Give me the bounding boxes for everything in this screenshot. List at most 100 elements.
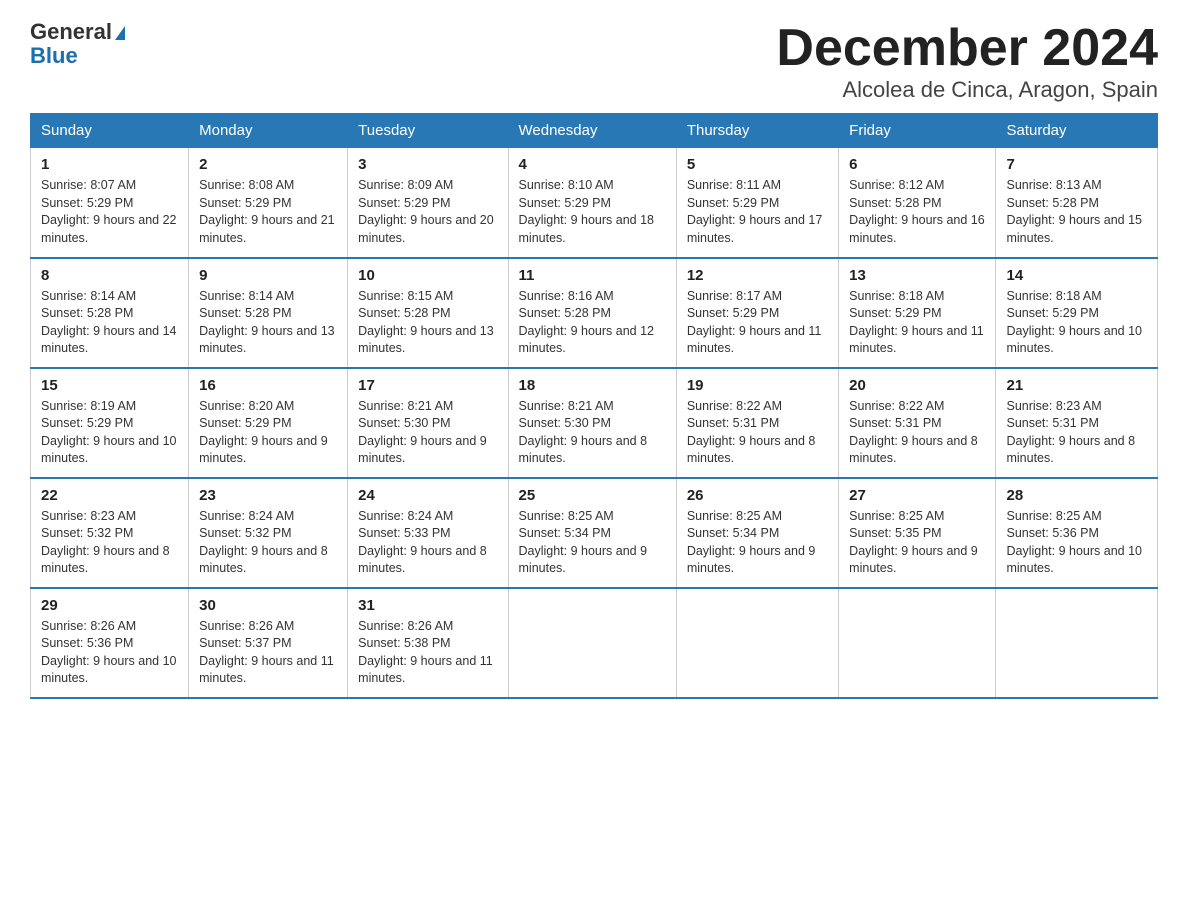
calendar-cell: 22 Sunrise: 8:23 AMSunset: 5:32 PMDaylig… [31,478,189,588]
calendar-cell: 21 Sunrise: 8:23 AMSunset: 5:31 PMDaylig… [996,368,1158,478]
day-number: 16 [199,377,337,394]
calendar-cell: 16 Sunrise: 8:20 AMSunset: 5:29 PMDaylig… [189,368,348,478]
day-number: 12 [687,267,828,284]
logo: General Blue [30,20,125,68]
calendar-cell [996,588,1158,698]
day-info: Sunrise: 8:23 AMSunset: 5:32 PMDaylight:… [41,508,178,578]
day-number: 5 [687,156,828,173]
calendar-cell: 12 Sunrise: 8:17 AMSunset: 5:29 PMDaylig… [676,258,838,368]
day-info: Sunrise: 8:19 AMSunset: 5:29 PMDaylight:… [41,398,178,468]
calendar-cell: 29 Sunrise: 8:26 AMSunset: 5:36 PMDaylig… [31,588,189,698]
day-number: 3 [358,156,497,173]
calendar-cell: 7 Sunrise: 8:13 AMSunset: 5:28 PMDayligh… [996,148,1158,258]
col-friday: Friday [839,114,996,148]
day-number: 31 [358,597,497,614]
day-number: 2 [199,156,337,173]
day-number: 24 [358,487,497,504]
day-number: 11 [519,267,666,284]
col-monday: Monday [189,114,348,148]
day-number: 22 [41,487,178,504]
calendar-week-row: 29 Sunrise: 8:26 AMSunset: 5:36 PMDaylig… [31,588,1158,698]
calendar-cell: 27 Sunrise: 8:25 AMSunset: 5:35 PMDaylig… [839,478,996,588]
calendar-cell: 23 Sunrise: 8:24 AMSunset: 5:32 PMDaylig… [189,478,348,588]
day-number: 28 [1006,487,1147,504]
day-info: Sunrise: 8:25 AMSunset: 5:36 PMDaylight:… [1006,508,1147,578]
calendar-cell [839,588,996,698]
calendar-cell: 19 Sunrise: 8:22 AMSunset: 5:31 PMDaylig… [676,368,838,478]
calendar-cell: 10 Sunrise: 8:15 AMSunset: 5:28 PMDaylig… [348,258,508,368]
day-number: 15 [41,377,178,394]
day-number: 13 [849,267,985,284]
day-info: Sunrise: 8:16 AMSunset: 5:28 PMDaylight:… [519,288,666,358]
calendar-cell: 26 Sunrise: 8:25 AMSunset: 5:34 PMDaylig… [676,478,838,588]
calendar-cell: 18 Sunrise: 8:21 AMSunset: 5:30 PMDaylig… [508,368,676,478]
calendar-cell: 5 Sunrise: 8:11 AMSunset: 5:29 PMDayligh… [676,148,838,258]
day-number: 21 [1006,377,1147,394]
day-info: Sunrise: 8:13 AMSunset: 5:28 PMDaylight:… [1006,177,1147,247]
day-number: 4 [519,156,666,173]
day-info: Sunrise: 8:07 AMSunset: 5:29 PMDaylight:… [41,177,178,247]
day-info: Sunrise: 8:10 AMSunset: 5:29 PMDaylight:… [519,177,666,247]
day-number: 1 [41,156,178,173]
calendar-title: December 2024 [776,20,1158,77]
day-number: 18 [519,377,666,394]
col-saturday: Saturday [996,114,1158,148]
day-number: 9 [199,267,337,284]
page-header: General Blue December 2024 Alcolea de Ci… [30,20,1158,103]
calendar-cell: 11 Sunrise: 8:16 AMSunset: 5:28 PMDaylig… [508,258,676,368]
day-number: 6 [849,156,985,173]
day-info: Sunrise: 8:14 AMSunset: 5:28 PMDaylight:… [199,288,337,358]
header-row: Sunday Monday Tuesday Wednesday Thursday… [31,114,1158,148]
day-number: 8 [41,267,178,284]
day-number: 14 [1006,267,1147,284]
calendar-table: Sunday Monday Tuesday Wednesday Thursday… [30,113,1158,699]
calendar-cell: 9 Sunrise: 8:14 AMSunset: 5:28 PMDayligh… [189,258,348,368]
day-info: Sunrise: 8:25 AMSunset: 5:34 PMDaylight:… [687,508,828,578]
calendar-cell [508,588,676,698]
day-info: Sunrise: 8:26 AMSunset: 5:37 PMDaylight:… [199,618,337,688]
calendar-cell: 14 Sunrise: 8:18 AMSunset: 5:29 PMDaylig… [996,258,1158,368]
calendar-cell: 4 Sunrise: 8:10 AMSunset: 5:29 PMDayligh… [508,148,676,258]
day-info: Sunrise: 8:24 AMSunset: 5:33 PMDaylight:… [358,508,497,578]
day-number: 29 [41,597,178,614]
calendar-cell: 1 Sunrise: 8:07 AMSunset: 5:29 PMDayligh… [31,148,189,258]
day-number: 17 [358,377,497,394]
day-info: Sunrise: 8:09 AMSunset: 5:29 PMDaylight:… [358,177,497,247]
logo-blue-text: Blue [30,44,125,68]
day-info: Sunrise: 8:14 AMSunset: 5:28 PMDaylight:… [41,288,178,358]
calendar-cell: 15 Sunrise: 8:19 AMSunset: 5:29 PMDaylig… [31,368,189,478]
day-info: Sunrise: 8:20 AMSunset: 5:29 PMDaylight:… [199,398,337,468]
day-info: Sunrise: 8:12 AMSunset: 5:28 PMDaylight:… [849,177,985,247]
calendar-cell: 13 Sunrise: 8:18 AMSunset: 5:29 PMDaylig… [839,258,996,368]
calendar-cell: 17 Sunrise: 8:21 AMSunset: 5:30 PMDaylig… [348,368,508,478]
day-info: Sunrise: 8:18 AMSunset: 5:29 PMDaylight:… [849,288,985,358]
day-info: Sunrise: 8:22 AMSunset: 5:31 PMDaylight:… [687,398,828,468]
calendar-header: Sunday Monday Tuesday Wednesday Thursday… [31,114,1158,148]
col-sunday: Sunday [31,114,189,148]
day-info: Sunrise: 8:17 AMSunset: 5:29 PMDaylight:… [687,288,828,358]
calendar-cell: 3 Sunrise: 8:09 AMSunset: 5:29 PMDayligh… [348,148,508,258]
day-info: Sunrise: 8:21 AMSunset: 5:30 PMDaylight:… [358,398,497,468]
calendar-cell: 20 Sunrise: 8:22 AMSunset: 5:31 PMDaylig… [839,368,996,478]
day-number: 25 [519,487,666,504]
calendar-cell [676,588,838,698]
day-number: 26 [687,487,828,504]
day-info: Sunrise: 8:11 AMSunset: 5:29 PMDaylight:… [687,177,828,247]
logo-general-text: General [30,19,112,44]
calendar-body: 1 Sunrise: 8:07 AMSunset: 5:29 PMDayligh… [31,148,1158,698]
day-number: 19 [687,377,828,394]
calendar-cell: 31 Sunrise: 8:26 AMSunset: 5:38 PMDaylig… [348,588,508,698]
calendar-week-row: 1 Sunrise: 8:07 AMSunset: 5:29 PMDayligh… [31,148,1158,258]
day-number: 23 [199,487,337,504]
col-tuesday: Tuesday [348,114,508,148]
calendar-cell: 6 Sunrise: 8:12 AMSunset: 5:28 PMDayligh… [839,148,996,258]
calendar-week-row: 22 Sunrise: 8:23 AMSunset: 5:32 PMDaylig… [31,478,1158,588]
day-info: Sunrise: 8:22 AMSunset: 5:31 PMDaylight:… [849,398,985,468]
day-info: Sunrise: 8:25 AMSunset: 5:34 PMDaylight:… [519,508,666,578]
day-info: Sunrise: 8:25 AMSunset: 5:35 PMDaylight:… [849,508,985,578]
day-info: Sunrise: 8:18 AMSunset: 5:29 PMDaylight:… [1006,288,1147,358]
day-number: 10 [358,267,497,284]
calendar-subtitle: Alcolea de Cinca, Aragon, Spain [776,77,1158,103]
calendar-cell: 25 Sunrise: 8:25 AMSunset: 5:34 PMDaylig… [508,478,676,588]
calendar-week-row: 15 Sunrise: 8:19 AMSunset: 5:29 PMDaylig… [31,368,1158,478]
